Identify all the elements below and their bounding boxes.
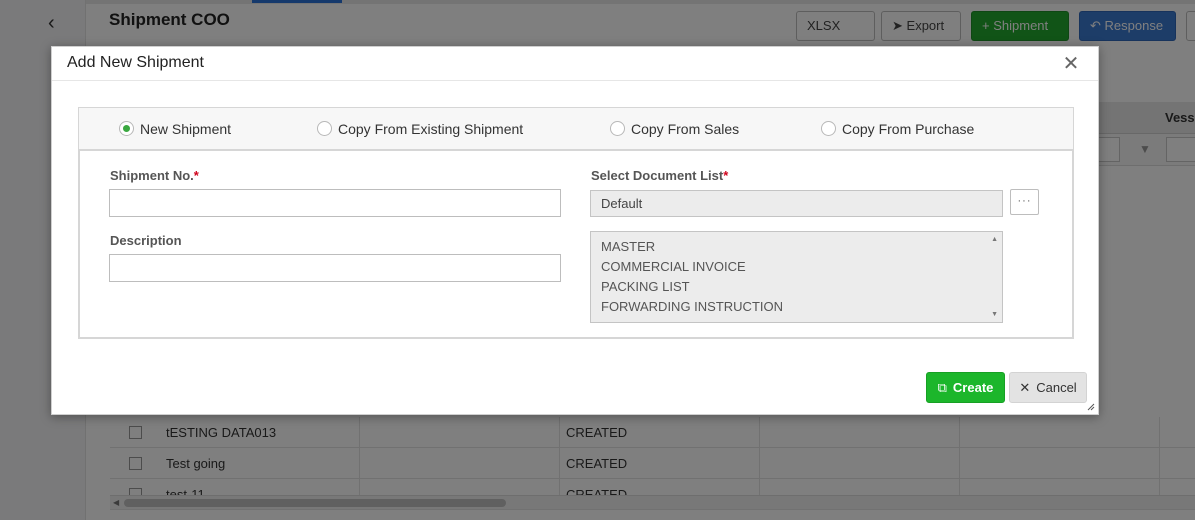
radio-label: Copy From Sales: [631, 121, 740, 137]
scroll-up-icon[interactable]: ▲: [991, 236, 998, 243]
create-button[interactable]: ⧉ Create: [926, 372, 1005, 403]
radio-copy-from-sales[interactable]: Copy From Sales: [610, 121, 750, 137]
description-label: Description: [110, 233, 182, 248]
document-list-label: Select Document List*: [591, 168, 728, 183]
list-item[interactable]: FORWARDING INSTRUCTION: [601, 297, 783, 317]
copy-icon: ⧉: [937, 380, 947, 395]
shipment-no-input[interactable]: [109, 189, 561, 217]
list-item[interactable]: PACKING LIST: [601, 277, 690, 297]
document-list-label-text: Select Document List: [591, 168, 724, 183]
add-shipment-dialog: Add New Shipment ✕ New Shipment Copy Fro…: [51, 46, 1099, 415]
required-marker: *: [723, 168, 729, 183]
radio-circle-icon: [821, 121, 836, 136]
resize-grip-icon[interactable]: [1087, 403, 1095, 411]
scroll-down-icon[interactable]: ▼: [991, 311, 998, 318]
dialog-title: Add New Shipment: [67, 54, 204, 71]
dialog-header: Add New Shipment ✕: [52, 47, 1098, 81]
shipment-no-label: Shipment No.*: [110, 168, 199, 183]
shipment-source-options: New Shipment Copy From Existing Shipment…: [78, 107, 1074, 150]
create-button-label: Create: [952, 380, 994, 395]
shipment-no-label-text: Shipment No.: [110, 168, 194, 183]
radio-copy-from-purchase[interactable]: Copy From Purchase: [821, 121, 991, 137]
radio-new-shipment[interactable]: New Shipment: [119, 121, 249, 137]
radio-circle-icon: [119, 121, 134, 136]
document-list-select[interactable]: Default: [590, 190, 1003, 217]
radio-circle-icon: [610, 121, 625, 136]
description-input[interactable]: [109, 254, 561, 282]
required-marker: *: [193, 168, 199, 183]
shipment-form: Shipment No.* Description Select Documen…: [78, 149, 1074, 339]
document-listbox[interactable]: MASTER COMMERCIAL INVOICE PACKING LIST F…: [590, 231, 1003, 323]
radio-label: Copy From Existing Shipment: [338, 121, 524, 137]
radio-label: Copy From Purchase: [842, 121, 975, 137]
radio-label: New Shipment: [140, 121, 232, 137]
radio-selected-dot: [123, 125, 130, 132]
close-icon[interactable]: ✕: [1062, 54, 1080, 74]
document-list-browse-button[interactable]: ···: [1010, 189, 1039, 215]
list-item[interactable]: MASTER: [601, 237, 655, 257]
radio-circle-icon: [317, 121, 332, 136]
close-icon: ✕: [1019, 380, 1031, 395]
list-item[interactable]: COMMERCIAL INVOICE: [601, 257, 746, 277]
cancel-button[interactable]: ✕ Cancel: [1009, 372, 1087, 403]
cancel-button-label: Cancel: [1036, 380, 1077, 395]
radio-copy-existing-shipment[interactable]: Copy From Existing Shipment: [317, 121, 547, 137]
